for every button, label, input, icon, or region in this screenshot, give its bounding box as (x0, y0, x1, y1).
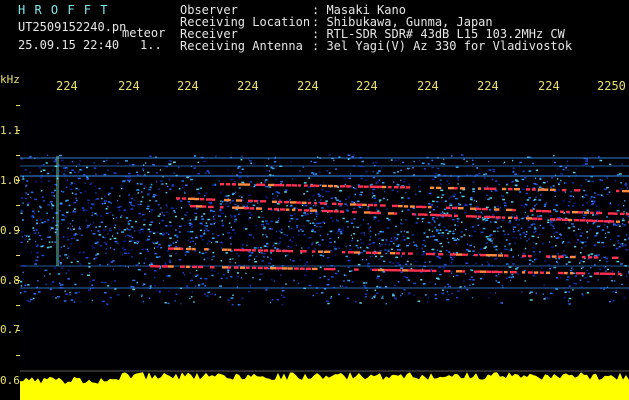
page-marker: 1.. (140, 38, 162, 52)
spectrogram-plot (20, 96, 629, 368)
filename-label: UT2509152240.pn (18, 20, 127, 34)
freq-tick: 0.6 (0, 374, 20, 387)
time-tick: 224 (477, 79, 499, 93)
spectrum-strip (20, 370, 629, 400)
time-tick: 224 (297, 79, 319, 93)
time-tick: 2250 (597, 79, 626, 93)
antenna-label: Receiving Antenna (180, 39, 303, 53)
header: H R O F F T UT2509152240.pn meteor 25.09… (0, 0, 629, 62)
time-tick: 224 (118, 79, 140, 93)
time-tick: 224 (417, 79, 439, 93)
antenna-value: : 3el Yagi(V) Az 330 for Vladivostok (312, 39, 573, 53)
time-tick: 224 (177, 79, 199, 93)
time-tick: 224 (356, 79, 378, 93)
time-tick: 224 (56, 79, 78, 93)
datetime-label: 25.09.15 22:40 (18, 38, 120, 52)
time-tick: 224 (538, 79, 560, 93)
time-tick: 224 (237, 79, 259, 93)
unit-label: kHz (0, 73, 20, 86)
app-title: H R O F F T (18, 3, 109, 17)
